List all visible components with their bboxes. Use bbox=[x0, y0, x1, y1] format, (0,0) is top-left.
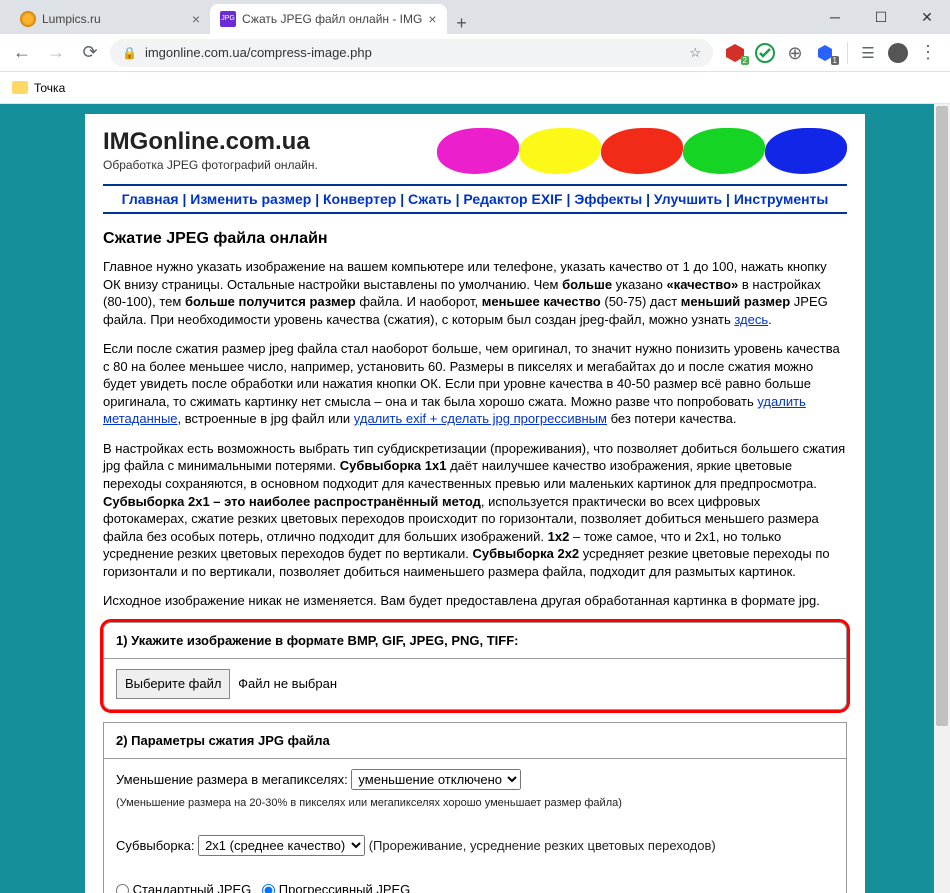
lock-icon: 🔒 bbox=[122, 46, 137, 60]
address-bar: ← → ⟳ 🔒 imgonline.com.ua/compress-image.… bbox=[0, 34, 950, 72]
tab-imgonline[interactable]: JPG Сжать JPEG файл онлайн - IMG × bbox=[210, 4, 447, 34]
file-status: Файл не выбран bbox=[238, 676, 337, 691]
mp-label: Уменьшение размера в мегапикселях: bbox=[116, 772, 348, 787]
bookmarks-bar: Точка bbox=[0, 72, 950, 104]
close-button[interactable]: ✕ bbox=[904, 0, 950, 34]
blob-red bbox=[601, 128, 683, 174]
favicon-imgonline: JPG bbox=[220, 11, 236, 27]
blob-yellow bbox=[519, 128, 601, 174]
paragraph-1: Главное нужно указать изображение на ваш… bbox=[103, 258, 847, 328]
step-1-box: 1) Укажите изображение в формате BMP, GI… bbox=[103, 622, 847, 710]
step-2-head: 2) Параметры сжатия JPG файла bbox=[104, 723, 846, 759]
avatar[interactable] bbox=[888, 43, 908, 63]
page-heading: Сжатие JPEG файла онлайн bbox=[103, 230, 847, 248]
site-subtitle: Обработка JPEG фотографий онлайн. bbox=[103, 158, 318, 172]
new-tab-button[interactable]: + bbox=[447, 13, 477, 34]
choose-file-button[interactable]: Выберите файл bbox=[116, 669, 230, 699]
nav-improve[interactable]: Улучшить bbox=[654, 191, 722, 207]
forward-button[interactable]: → bbox=[42, 39, 70, 67]
nav-converter[interactable]: Конвертер bbox=[323, 191, 396, 207]
mp-select[interactable]: уменьшение отключено bbox=[351, 769, 521, 790]
browser-tab-strip: Lumpics.ru × JPG Сжать JPEG файл онлайн … bbox=[0, 0, 950, 34]
scroll-thumb[interactable] bbox=[936, 106, 948, 726]
minimize-button[interactable]: ─ bbox=[812, 0, 858, 34]
back-button[interactable]: ← bbox=[8, 39, 36, 67]
nav-compress[interactable]: Сжать bbox=[408, 191, 452, 207]
url-input[interactable]: 🔒 imgonline.com.ua/compress-image.php ☆ bbox=[110, 39, 713, 67]
link-here[interactable]: здесь bbox=[734, 312, 768, 327]
paragraph-3: В настройках есть возможность выбрать ти… bbox=[103, 440, 847, 580]
site-nav: Главная | Изменить размер | Конвертер | … bbox=[103, 184, 847, 214]
close-icon[interactable]: × bbox=[192, 11, 200, 27]
folder-icon bbox=[12, 81, 28, 94]
window-controls: ─ ☐ ✕ bbox=[812, 0, 950, 34]
sub-label: Субвыборка: bbox=[116, 838, 194, 853]
step-2-box: 2) Параметры сжатия JPG файла Уменьшение… bbox=[103, 722, 847, 893]
blob-green bbox=[683, 128, 765, 174]
paragraph-4: Исходное изображение никак не изменяется… bbox=[103, 592, 847, 610]
paragraph-2: Если после сжатия размер jpeg файла стал… bbox=[103, 340, 847, 428]
sub-select[interactable]: 2x1 (среднее качество) bbox=[198, 835, 365, 856]
scrollbar[interactable] bbox=[934, 104, 950, 893]
nav-effects[interactable]: Эффекты bbox=[574, 191, 642, 207]
radio-progressive[interactable]: Прогрессивный JPEG bbox=[262, 882, 410, 893]
box-icon[interactable]: 1 bbox=[815, 43, 835, 63]
nav-exif[interactable]: Редактор EXIF bbox=[463, 191, 562, 207]
page-viewport: IMGonline.com.ua Обработка JPEG фотограф… bbox=[0, 104, 950, 893]
reading-list-icon[interactable]: ☰ bbox=[854, 39, 882, 67]
sub-hint: (Прореживание, усреднение резких цветовы… bbox=[369, 838, 716, 853]
nav-main[interactable]: Главная bbox=[122, 191, 179, 207]
favicon-lumpics bbox=[20, 11, 36, 27]
adblock-icon[interactable]: 2 bbox=[725, 43, 745, 63]
tab-title: Сжать JPEG файл онлайн - IMG bbox=[242, 12, 422, 26]
nav-resize[interactable]: Изменить размер bbox=[190, 191, 311, 207]
star-icon[interactable]: ☆ bbox=[689, 45, 701, 61]
tab-title: Lumpics.ru bbox=[42, 12, 101, 26]
extensions: 2 ⊕ 1 bbox=[719, 43, 841, 63]
step-1-head: 1) Укажите изображение в формате BMP, GI… bbox=[104, 623, 846, 659]
url-text: imgonline.com.ua/compress-image.php bbox=[145, 45, 372, 60]
color-blobs bbox=[437, 128, 847, 174]
tab-lumpics[interactable]: Lumpics.ru × bbox=[10, 4, 210, 34]
close-icon[interactable]: × bbox=[428, 11, 436, 27]
menu-button[interactable]: ⋮ bbox=[914, 39, 942, 67]
reload-button[interactable]: ⟳ bbox=[76, 39, 104, 67]
page-content: IMGonline.com.ua Обработка JPEG фотограф… bbox=[85, 114, 865, 893]
mp-hint: (Уменьшение размера на 20-30% в пикселях… bbox=[116, 797, 622, 809]
blob-magenta bbox=[437, 128, 519, 174]
nav-tools[interactable]: Инструменты bbox=[734, 191, 829, 207]
blob-blue bbox=[765, 128, 847, 174]
maximize-button[interactable]: ☐ bbox=[858, 0, 904, 34]
globe-icon[interactable]: ⊕ bbox=[785, 43, 805, 63]
link-delete-exif[interactable]: удалить exif + сделать jpg прогрессивным bbox=[354, 411, 607, 426]
radio-standard[interactable]: Стандартный JPEG bbox=[116, 882, 251, 893]
check-icon[interactable] bbox=[755, 43, 775, 63]
bookmark-item[interactable]: Точка bbox=[34, 81, 65, 95]
divider bbox=[847, 42, 848, 64]
site-title: IMGonline.com.ua bbox=[103, 128, 318, 156]
